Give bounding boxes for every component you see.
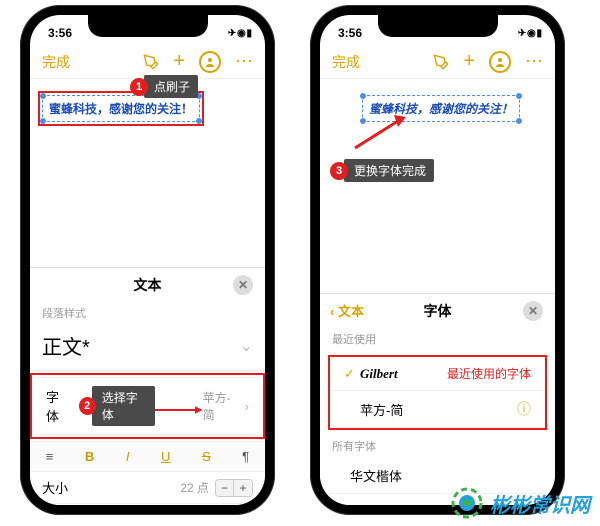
done-button[interactable]: 完成 (42, 52, 70, 72)
size-row[interactable]: 大小 22 点 −+ (30, 471, 265, 503)
notch (88, 15, 208, 37)
panel-header: 文本 ✕ (30, 267, 265, 301)
callout-1-text: 点刷子 (144, 75, 198, 98)
panel-title: 字体 (424, 301, 452, 321)
more-icon[interactable]: ⋯ (525, 51, 543, 72)
panel-title: 文本 (134, 275, 162, 295)
status-icons: ✈ ◉ ▮ (228, 28, 251, 39)
recent-label: 最近使用 (320, 327, 555, 351)
callout-2: 2 选择字体 (79, 386, 155, 426)
align-icon[interactable]: ≡ (46, 449, 54, 464)
screen-left: 3:56 ✈ ◉ ▮ 完成 + ⋯ (30, 15, 265, 505)
screen-right: 3:56 ✈ ◉ ▮ 完成 + ⋯ (320, 15, 555, 505)
italic-button[interactable]: I (126, 449, 130, 464)
callout-3: 3 更换字体完成 (330, 159, 434, 182)
callout-2-num: 2 (79, 397, 96, 415)
back-button[interactable]: ‹ 文本 (330, 301, 364, 320)
plus-icon[interactable]: + (173, 50, 185, 73)
all-fonts-label: 所有字体 (320, 434, 555, 458)
font-row[interactable]: 字体 2 选择字体 苹方-简 › (34, 377, 261, 435)
phone-left: 3:56 ✈ ◉ ▮ 完成 + ⋯ (20, 5, 275, 515)
arrow-icon (350, 113, 410, 153)
font-item-pingfang[interactable]: 苹方-简 ⓘ (330, 391, 545, 428)
color-row[interactable]: 文本颜色 (30, 503, 265, 505)
bold-button[interactable]: B (85, 449, 94, 464)
font-value: 苹方-简 (203, 389, 241, 423)
font-name: Gilbert (360, 366, 398, 382)
size-stepper[interactable]: −+ (215, 479, 253, 497)
font-name: 华文楷体 (350, 466, 402, 485)
font-name: 苹方-简 (360, 400, 403, 419)
status-time: 3:56 (338, 26, 362, 40)
style-selector[interactable]: 正文* ⌄ (30, 325, 265, 371)
callout-3-text: 更换字体完成 (344, 159, 434, 182)
font-panel: ‹ 文本 字体 ✕ 最近使用 ✓ Gilbert 最近使用的字体 苹方-简 ⓘ (320, 293, 555, 505)
info-icon[interactable]: ⓘ (517, 399, 531, 419)
status-time: 3:56 (48, 26, 72, 40)
profile-icon[interactable] (199, 51, 221, 73)
more-icon[interactable]: ⋯ (235, 51, 253, 72)
strike-button[interactable]: S (202, 449, 211, 464)
nav-bar: 完成 + ⋯ (320, 45, 555, 79)
font-item-gilbert[interactable]: ✓ Gilbert 最近使用的字体 (330, 357, 545, 391)
selected-text-box[interactable]: 蜜蜂科技，感谢您的关注！ (42, 95, 200, 122)
font-label: 字体 (46, 387, 71, 425)
status-icons: ✈ ◉ ▮ (518, 28, 541, 39)
brush-icon[interactable] (143, 54, 159, 70)
brush-icon[interactable] (433, 54, 449, 70)
chevron-right-icon: › (245, 399, 249, 414)
note-content[interactable]: 蜜蜂科技，感谢您的关注！ 3 更换字体完成 (320, 79, 555, 289)
callout-3-num: 3 (330, 162, 348, 180)
callout-1: 1 点刷子 (130, 75, 198, 98)
size-label: 大小 (42, 478, 68, 497)
close-icon[interactable]: ✕ (523, 301, 543, 321)
panel-header: ‹ 文本 字体 ✕ (320, 293, 555, 327)
nav-bar: 完成 + ⋯ (30, 45, 265, 79)
profile-icon[interactable] (489, 51, 511, 73)
arrow-icon (155, 402, 203, 410)
close-icon[interactable]: ✕ (233, 275, 253, 295)
paragraph-style-label: 段落样式 (30, 301, 265, 325)
plus-icon[interactable]: + (463, 50, 475, 73)
callout-2-text: 选择字体 (92, 386, 155, 426)
phone-right: 3:56 ✈ ◉ ▮ 完成 + ⋯ (310, 5, 565, 515)
recent-callout: 最近使用的字体 (447, 365, 531, 382)
style-name: 正文* (42, 331, 90, 360)
check-icon: ✓ (344, 366, 360, 382)
text-style-toolbar: ≡ B I U S ¶ (30, 441, 265, 471)
size-value: 22 点 (180, 479, 209, 496)
watermark-text: 彬彬常识网 (490, 489, 590, 518)
underline-button[interactable]: U (161, 449, 170, 464)
callout-1-num: 1 (130, 78, 148, 96)
format-panel: 文本 ✕ 段落样式 正文* ⌄ 字体 2 选择字体 (30, 267, 265, 505)
notch (378, 15, 498, 37)
note-content[interactable]: 蜜蜂科技，感谢您的关注！ 1 点刷子 (30, 79, 265, 132)
recent-fonts-box: ✓ Gilbert 最近使用的字体 苹方-简 ⓘ (328, 355, 547, 430)
chevron-down-icon: ⌄ (240, 336, 253, 356)
done-button[interactable]: 完成 (332, 52, 360, 72)
globe-icon (450, 486, 484, 520)
watermark: 彬彬常识网 (450, 486, 590, 520)
note-text: 蜜蜂科技，感谢您的关注！ (49, 102, 193, 116)
break-icon[interactable]: ¶ (242, 449, 249, 464)
